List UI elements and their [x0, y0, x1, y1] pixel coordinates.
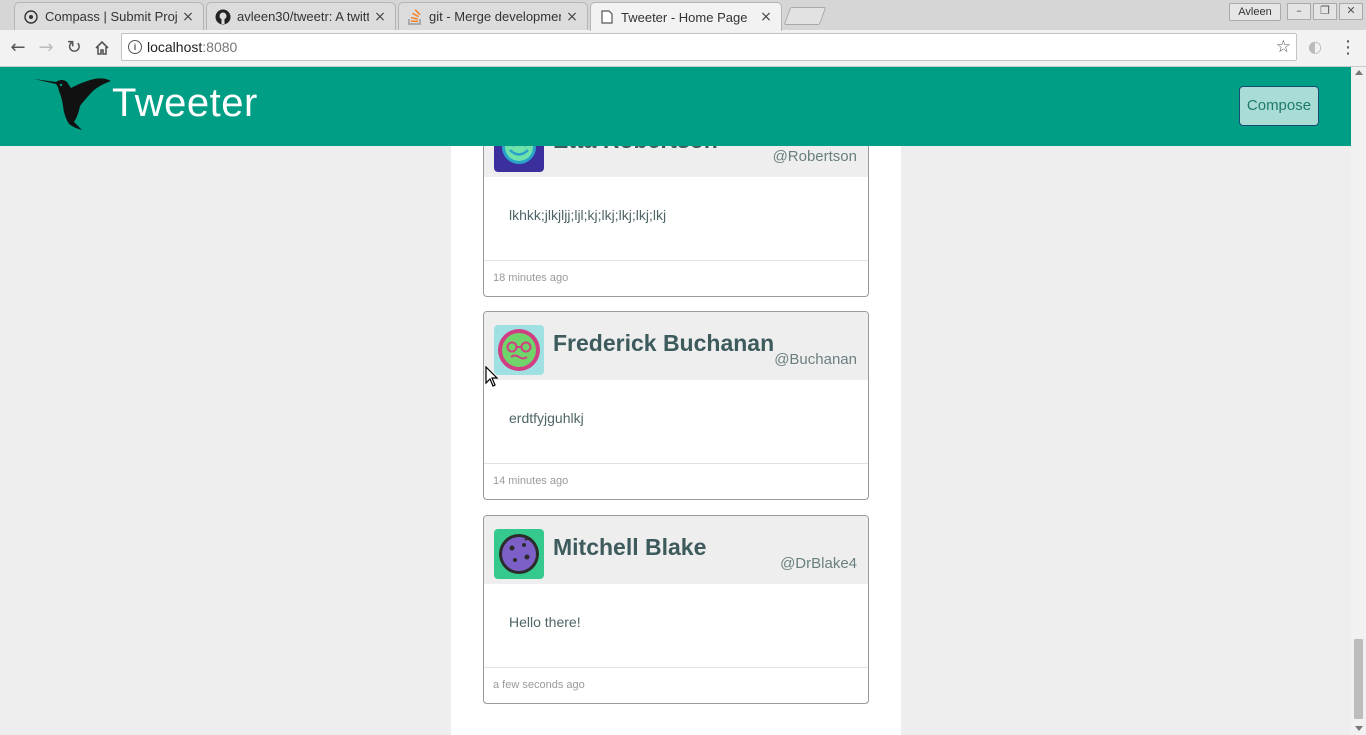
minimize-icon[interactable]: – [1287, 3, 1311, 20]
extension-icon[interactable]: ◐ [1306, 38, 1324, 56]
tweet-timestamp: a few seconds ago [493, 679, 585, 691]
tab-title: git - Merge developmen [429, 9, 561, 24]
reload-icon[interactable]: ↻ [62, 36, 86, 60]
tweet-text: erdtfyjguhlkj [509, 410, 584, 426]
tweet-body: erdtfyjguhlkj [484, 380, 868, 464]
close-tab-icon[interactable]: × [373, 9, 387, 25]
app-brand[interactable]: Tweeter [112, 81, 258, 126]
browser-menu-icon[interactable]: ⋮ [1338, 36, 1358, 60]
scroll-down-arrow-icon[interactable] [1355, 726, 1363, 731]
tweet-header: Mitchell Blake @DrBlake4 [484, 516, 868, 584]
profile-button[interactable]: Avleen [1229, 3, 1281, 21]
tweet-body: lkhkk;jlkjljj;ljl;kj;lkj;lkj;lkj;lkj [484, 177, 868, 261]
tweet-author-name: Mitchell Blake [553, 534, 707, 560]
tweet-footer: 14 minutes ago [484, 464, 868, 499]
page-scrollbar[interactable] [1351, 67, 1366, 735]
url-text: localhost:8080 [147, 39, 238, 55]
tweet-author-handle: @Robertson [772, 148, 857, 165]
scrollbar-thumb[interactable] [1354, 639, 1363, 719]
address-bar[interactable]: i localhost:8080 ☆ [121, 33, 1297, 61]
close-tab-icon[interactable]: × [759, 9, 773, 25]
page-icon [599, 9, 615, 25]
cookie-face-avatar-icon [494, 529, 544, 579]
tweet-footer: a few seconds ago [484, 668, 868, 703]
close-tab-icon[interactable]: × [565, 9, 579, 25]
mouse-cursor-icon [485, 365, 499, 392]
browser-tab-compass[interactable]: Compass | Submit Proje × [14, 2, 204, 30]
tab-title: Compass | Submit Proje [45, 9, 177, 24]
close-tab-icon[interactable]: × [181, 9, 195, 25]
tweet-footer: 18 minutes ago [484, 261, 868, 296]
tab-title: Tweeter - Home Page [621, 9, 748, 25]
compose-button[interactable]: Compose [1239, 86, 1319, 126]
tweet-body: Hello there! [484, 584, 868, 668]
tweet-author-handle: @DrBlake4 [780, 555, 857, 572]
restore-icon[interactable]: ❐ [1313, 3, 1337, 20]
compass-icon [23, 9, 39, 25]
hummingbird-logo-icon [34, 76, 114, 132]
app-header: Tweeter Compose [0, 67, 1351, 146]
github-icon [215, 9, 231, 25]
tweet-timestamp: 18 minutes ago [493, 272, 569, 284]
tweet-card: Frederick Buchanan @Buchanan erdtfyjguhl… [483, 311, 869, 500]
tweet-author-name: Frederick Buchanan [553, 330, 775, 356]
tab-title: avleen30/tweetr: A twitt [237, 9, 369, 24]
bookmark-star-icon[interactable]: ☆ [1276, 34, 1291, 60]
new-tab-button[interactable] [783, 7, 827, 25]
back-icon[interactable]: ← [6, 36, 30, 60]
home-icon[interactable] [90, 36, 114, 60]
tweet-header: Frederick Buchanan @Buchanan [484, 312, 868, 380]
tweet-text: lkhkk;jlkjljj;ljl;kj;lkj;lkj;lkj;lkj [509, 207, 667, 223]
browser-tab-stackoverflow[interactable]: git - Merge developmen × [398, 2, 588, 30]
tweet-author-handle: @Buchanan [774, 351, 857, 368]
browser-tab-strip: Compass | Submit Proje × avleen30/tweetr… [0, 0, 1366, 31]
tweet-text: Hello there! [509, 614, 581, 630]
tweet-timestamp: 14 minutes ago [493, 475, 569, 487]
nerd-face-avatar-icon [494, 325, 544, 375]
scroll-up-arrow-icon[interactable] [1355, 70, 1363, 75]
browser-tab-github[interactable]: avleen30/tweetr: A twitt × [206, 2, 396, 30]
browser-toolbar: ← → ↻ i localhost:8080 ☆ ◐ ⋮ [0, 30, 1366, 67]
tweet-card: Mitchell Blake @DrBlake4 Hello there! a … [483, 515, 869, 704]
info-icon[interactable]: i [128, 40, 142, 54]
close-window-icon[interactable]: ✕ [1339, 3, 1363, 20]
browser-tab-tweeter[interactable]: Tweeter - Home Page × [590, 2, 782, 31]
stackoverflow-icon [407, 8, 423, 25]
forward-icon[interactable]: → [34, 36, 58, 60]
